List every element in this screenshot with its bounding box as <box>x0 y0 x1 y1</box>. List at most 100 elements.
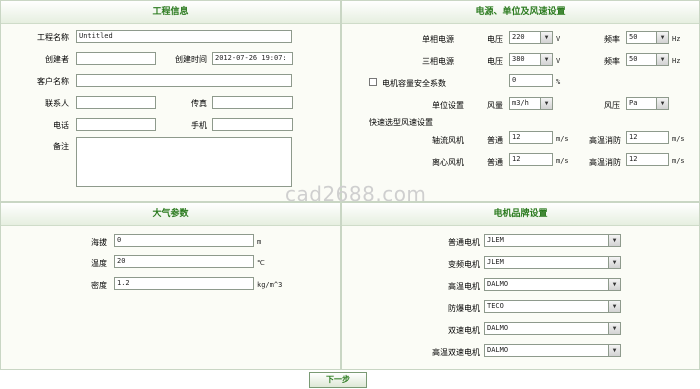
single-freq-select[interactable]: 50 ▼ <box>626 31 669 44</box>
centrifugal-normal-input[interactable]: 12 <box>509 153 553 166</box>
watermark: cad2688.com <box>285 182 427 206</box>
chevron-down-icon: ▼ <box>656 54 668 65</box>
chevron-down-icon: ▼ <box>608 279 620 290</box>
motor-row-label: 双速电机 <box>448 326 480 335</box>
power-settings-title: 电源、单位及风速设置 <box>342 1 699 24</box>
motor-row-label: 防爆电机 <box>448 304 480 313</box>
ms-unit: m/s <box>672 157 685 165</box>
fax-label: 传真 <box>191 99 207 108</box>
chevron-down-icon: ▼ <box>608 345 620 356</box>
contact-input[interactable] <box>76 96 156 109</box>
altitude-input[interactable]: 0 <box>114 234 254 247</box>
motor-brand-select[interactable]: JLEM ▼ <box>484 234 621 247</box>
motor-brand-value: JLEM <box>487 236 504 244</box>
next-button[interactable]: 下一步 <box>309 372 367 388</box>
single-voltage-select[interactable]: 220 ▼ <box>509 31 553 44</box>
mobile-input[interactable] <box>212 118 293 131</box>
three-voltage-value: 380 <box>512 55 525 63</box>
single-voltage-value: 220 <box>512 33 525 41</box>
project-info-title: 工程信息 <box>1 1 340 24</box>
motor-brand-value: JLEM <box>487 258 504 266</box>
chevron-down-icon: ▼ <box>608 235 620 246</box>
safety-factor-checkbox[interactable] <box>369 78 377 86</box>
motor-brand-select[interactable]: DALMO ▼ <box>484 344 621 357</box>
client-name-label: 客户名称 <box>37 77 69 86</box>
hz-unit: Hz <box>672 57 681 65</box>
phone-input[interactable] <box>76 118 156 131</box>
three-freq-select[interactable]: 50 ▼ <box>626 53 669 66</box>
motor-brand-title: 电机品牌设置 <box>342 203 699 226</box>
safety-factor-label: 电机容量安全系数 <box>382 79 446 88</box>
single-freq-value: 50 <box>629 33 638 41</box>
axial-normal-input[interactable]: 12 <box>509 131 553 144</box>
axial-highfire-label: 高温消防 <box>589 136 621 145</box>
density-label: 密度 <box>91 281 107 290</box>
motor-row-label: 变频电机 <box>448 260 480 269</box>
centrifugal-highfire-input[interactable]: 12 <box>626 153 669 166</box>
motor-brand-select[interactable]: TECO ▼ <box>484 300 621 313</box>
creator-label: 创建者 <box>45 55 69 64</box>
temperature-input[interactable]: 20 <box>114 255 254 268</box>
motor-row-label: 普通电机 <box>448 238 480 247</box>
temperature-label: 温度 <box>91 259 107 268</box>
motor-brand-value: DALMO <box>487 346 509 354</box>
pressure-unit-select[interactable]: Pa ▼ <box>626 97 669 110</box>
client-name-input[interactable] <box>76 74 292 87</box>
note-textarea[interactable] <box>76 137 292 187</box>
chevron-down-icon: ▼ <box>656 32 668 43</box>
flow-unit-select[interactable]: m3/h ▼ <box>509 97 553 110</box>
motor-brand-value: DALMO <box>487 324 509 332</box>
chevron-down-icon: ▼ <box>608 323 620 334</box>
centrifugal-normal-label: 普通 <box>487 158 503 167</box>
single-voltage-label: 电压 <box>487 35 503 44</box>
fax-input[interactable] <box>212 96 293 109</box>
motor-brand-select[interactable]: DALMO ▼ <box>484 278 621 291</box>
three-phase-label: 三相电源 <box>422 57 454 66</box>
three-voltage-select[interactable]: 380 ▼ <box>509 53 553 66</box>
chevron-down-icon: ▼ <box>540 54 552 65</box>
chevron-down-icon: ▼ <box>540 32 552 43</box>
three-voltage-label: 电压 <box>487 57 503 66</box>
atmosphere-title: 大气参数 <box>1 203 340 226</box>
volt-unit: V <box>556 57 561 65</box>
centrifugal-highfire-label: 高温消防 <box>589 158 621 167</box>
single-phase-label: 单相电源 <box>422 35 454 44</box>
pressure-label: 风压 <box>604 101 620 110</box>
percent-unit: % <box>556 78 561 86</box>
unit-settings-label: 单位设置 <box>432 101 464 110</box>
axial-normal-label: 普通 <box>487 136 503 145</box>
motor-brand-select[interactable]: JLEM ▼ <box>484 256 621 269</box>
chevron-down-icon: ▼ <box>656 98 668 109</box>
ms-unit: m/s <box>672 135 685 143</box>
temperature-unit: ℃ <box>257 259 265 267</box>
motor-brand-select[interactable]: DALMO ▼ <box>484 322 621 335</box>
motor-row-label: 高温电机 <box>448 282 480 291</box>
created-time-input[interactable]: 2012-07-26 19:07: <box>212 52 293 65</box>
project-name-input[interactable]: Untitled <box>76 30 292 43</box>
axial-fan-label: 轴流风机 <box>432 136 464 145</box>
motor-row-label: 高温双速电机 <box>432 348 480 357</box>
three-freq-value: 50 <box>629 55 638 63</box>
creator-input[interactable] <box>76 52 156 65</box>
project-name-label: 工程名称 <box>37 33 69 42</box>
motor-brand-value: TECO <box>487 302 504 310</box>
mobile-label: 手机 <box>191 121 207 130</box>
ms-unit: m/s <box>556 135 569 143</box>
volt-unit: V <box>556 35 561 43</box>
phone-label: 电话 <box>53 121 69 130</box>
quick-select-label: 快速选型风速设置 <box>369 118 433 127</box>
altitude-unit: m <box>257 238 262 246</box>
hz-unit: Hz <box>672 35 681 43</box>
single-freq-label: 频率 <box>604 35 620 44</box>
safety-factor-input[interactable]: 0 <box>509 74 553 87</box>
flow-unit-value: m3/h <box>512 99 529 107</box>
chevron-down-icon: ▼ <box>608 257 620 268</box>
note-label: 备注 <box>53 142 69 151</box>
density-unit: kg/m^3 <box>257 281 283 289</box>
ms-unit: m/s <box>556 157 569 165</box>
project-info-panel: 工程信息 工程名称 Untitled 创建者 创建时间 2012-07-26 1… <box>0 0 341 202</box>
flow-label: 风量 <box>487 101 503 110</box>
created-time-label: 创建时间 <box>175 55 207 64</box>
density-input[interactable]: 1.2 <box>114 277 254 290</box>
axial-highfire-input[interactable]: 12 <box>626 131 669 144</box>
